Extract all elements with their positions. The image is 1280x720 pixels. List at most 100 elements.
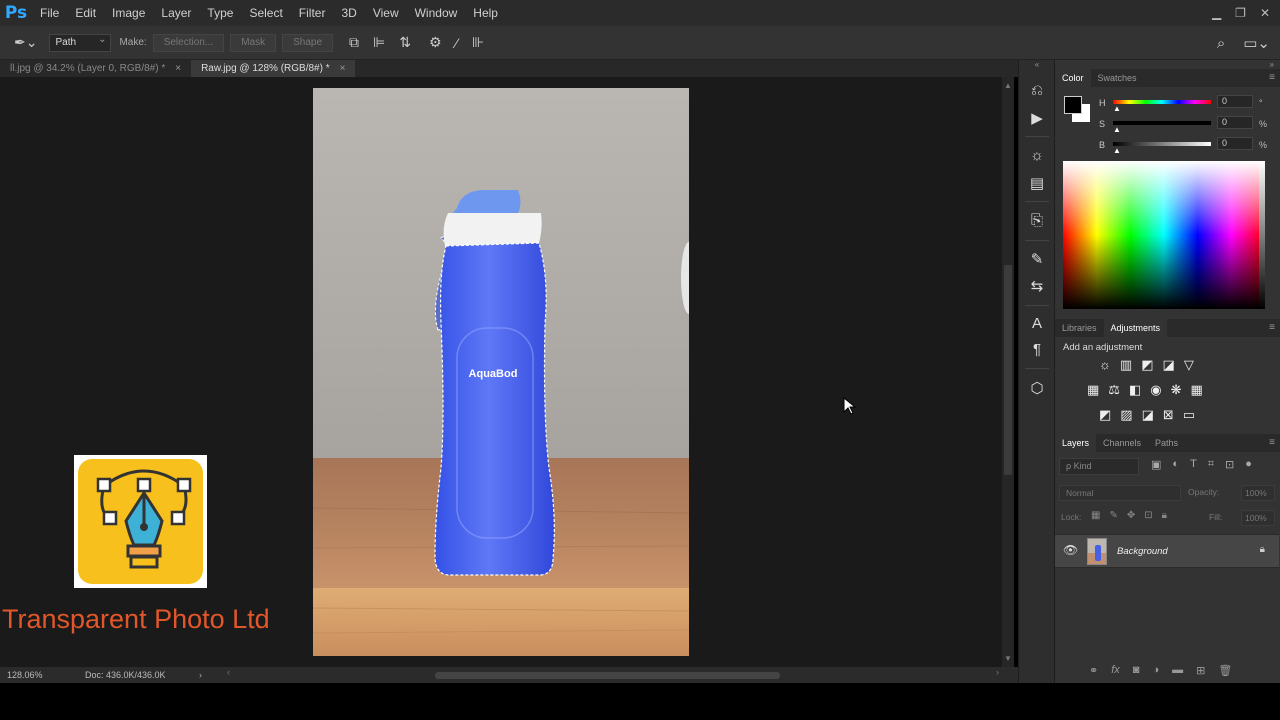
lock-position-icon[interactable]: ✥ [1127, 510, 1135, 521]
tab-paths[interactable]: Paths [1148, 434, 1185, 452]
horizontal-scrollbar[interactable]: ‹ › [227, 667, 999, 681]
vertical-scrollbar[interactable]: ▲ ▼ [1002, 77, 1014, 667]
layer-filter-kind[interactable]: ρ Kind [1059, 458, 1139, 475]
filter-toggle-icon[interactable]: ● [1245, 458, 1252, 471]
fill-input[interactable]: 100% [1241, 510, 1275, 526]
properties-sliders-icon[interactable]: ⇆ [1019, 277, 1055, 295]
saturation-value[interactable]: 0 [1217, 116, 1253, 129]
collapse-panels-icon[interactable]: » [1270, 60, 1274, 69]
exposure-icon[interactable]: ◪ [1163, 357, 1175, 373]
tab-libraries[interactable]: Libraries [1055, 319, 1104, 337]
path-arrangement-icon[interactable]: ⇅ [399, 34, 411, 51]
fx-icon[interactable]: fx [1111, 664, 1120, 676]
black-white-icon[interactable]: ◧ [1129, 382, 1141, 398]
tab-color[interactable]: Color [1055, 69, 1091, 87]
opacity-input[interactable]: 100% [1241, 485, 1275, 501]
menu-layer[interactable]: Layer [153, 0, 199, 26]
menu-view[interactable]: View [365, 0, 407, 26]
pen-tool-icon[interactable]: ✒⌄ [14, 34, 37, 51]
zoom-level[interactable]: 128.06% [0, 670, 70, 680]
scroll-thumb[interactable] [1004, 265, 1012, 475]
panel-menu-icon[interactable]: ≡ [1269, 434, 1275, 452]
new-group-folder-icon[interactable]: ▬ [1172, 664, 1183, 676]
invert-icon[interactable]: ◩ [1099, 407, 1111, 423]
workspace-icon[interactable]: ▭⌄ [1243, 34, 1270, 52]
selective-color-icon[interactable]: ⊠ [1163, 407, 1174, 423]
lock-pixels-icon[interactable]: ✎ [1109, 510, 1117, 521]
path-alignment-icon[interactable]: ⊫ [373, 34, 385, 51]
slider-thumb-icon[interactable]: ▲ [1113, 125, 1121, 134]
gear-icon[interactable]: ⚙ [429, 34, 442, 51]
posterize-icon[interactable]: ▨ [1120, 407, 1132, 423]
close-icon[interactable]: ✕ [1260, 6, 1270, 20]
minimize-icon[interactable]: ▁ [1212, 6, 1221, 20]
restore-icon[interactable]: ❐ [1235, 6, 1246, 20]
menu-filter[interactable]: Filter [291, 0, 334, 26]
lock-transparent-icon[interactable]: ▦ [1091, 510, 1100, 521]
make-mask-button[interactable]: Mask [230, 33, 277, 52]
shape-filter-icon[interactable]: ⌗ [1208, 458, 1214, 471]
hue-saturation-icon[interactable]: ▦ [1087, 382, 1099, 398]
lock-artboard-icon[interactable]: ⊡ [1144, 510, 1152, 521]
panel-menu-icon[interactable]: ≡ [1269, 319, 1275, 337]
pen-mode-select[interactable]: Path [49, 32, 112, 52]
auto-add-delete-icon[interactable]: ⁄ [456, 35, 458, 51]
tab-layers[interactable]: Layers [1055, 434, 1097, 452]
close-icon[interactable]: × [340, 60, 346, 77]
scroll-right-icon[interactable]: › [996, 667, 999, 677]
document-image[interactable]: AquaBod [313, 88, 689, 656]
smart-object-filter-icon[interactable]: ⊡ [1225, 458, 1234, 471]
pixel-filter-icon[interactable]: ▣ [1151, 458, 1161, 471]
brightness-contrast-icon[interactable]: ☼ [1099, 357, 1111, 373]
panel-menu-icon[interactable]: ≡ [1269, 69, 1275, 87]
menu-help[interactable]: Help [465, 0, 506, 26]
color-balance-icon[interactable]: ⚖ [1108, 382, 1120, 398]
paragraph-icon[interactable]: ¶ [1019, 341, 1055, 358]
blend-mode-select[interactable]: Normal [1059, 485, 1181, 501]
threshold-icon[interactable]: ◪ [1142, 407, 1154, 423]
clone-source-icon[interactable]: ⎘ [1019, 212, 1055, 229]
levels-icon[interactable]: ▥ [1120, 357, 1132, 373]
hue-value[interactable]: 0 [1217, 95, 1253, 108]
scroll-thumb[interactable] [435, 672, 780, 679]
adjustments-sun-icon[interactable]: ☼ [1019, 147, 1055, 164]
link-layers-icon[interactable]: ⚭ [1089, 664, 1098, 677]
3d-cube-icon[interactable]: ⬡ [1019, 379, 1055, 397]
curves-icon[interactable]: ◩ [1141, 357, 1153, 373]
brightness-slider[interactable] [1113, 142, 1211, 146]
menu-window[interactable]: Window [407, 0, 466, 26]
adjustment-filter-icon[interactable]: ◐ [1172, 458, 1179, 471]
tab-raw-jpg[interactable]: Raw.jpg @ 128% (RGB/8#) * × [191, 60, 356, 77]
menu-type[interactable]: Type [199, 0, 241, 26]
channel-mixer-icon[interactable]: ❋ [1171, 382, 1182, 398]
color-spectrum[interactable] [1063, 161, 1265, 309]
saturation-slider[interactable] [1113, 121, 1211, 125]
actions-play-icon[interactable]: ▶ [1019, 109, 1055, 127]
scroll-down-icon[interactable]: ▼ [1004, 654, 1012, 663]
hue-slider[interactable] [1113, 100, 1211, 104]
chevron-right-icon[interactable]: › [199, 670, 202, 680]
menu-select[interactable]: Select [241, 0, 290, 26]
path-operations-icon[interactable]: ⧉ [349, 34, 359, 51]
layer-row-background[interactable]: 👁︎ Background 🔒︎ [1055, 534, 1279, 568]
make-selection-button[interactable]: Selection... [152, 33, 225, 52]
new-layer-icon[interactable]: ⊞ [1196, 664, 1205, 677]
type-filter-icon[interactable]: T [1190, 458, 1197, 471]
tab-ll-jpg[interactable]: ll.jpg @ 34.2% (Layer 0, RGB/8#) * × [0, 60, 191, 77]
new-adjustment-layer-icon[interactable]: ◑ [1152, 664, 1159, 676]
history-icon[interactable]: ⎌ [1019, 82, 1055, 99]
menu-edit[interactable]: Edit [67, 0, 104, 26]
grayscale-ramp[interactable] [1259, 161, 1265, 309]
align-edges-icon[interactable]: ⊪ [472, 34, 484, 51]
menu-3d[interactable]: 3D [333, 0, 364, 26]
menu-image[interactable]: Image [104, 0, 153, 26]
trash-icon[interactable]: 🗑︎ [1218, 664, 1232, 677]
brush-presets-icon[interactable]: ✎ [1019, 250, 1055, 268]
make-shape-button[interactable]: Shape [282, 33, 334, 52]
lock-icon[interactable]: 🔒︎ [1260, 544, 1265, 555]
tab-adjustments[interactable]: Adjustments [1103, 319, 1168, 337]
photo-filter-icon[interactable]: ◉ [1150, 382, 1161, 398]
scroll-up-icon[interactable]: ▲ [1004, 81, 1012, 90]
slider-thumb-icon[interactable]: ▲ [1113, 104, 1121, 113]
foreground-color-swatch[interactable] [1064, 96, 1082, 114]
